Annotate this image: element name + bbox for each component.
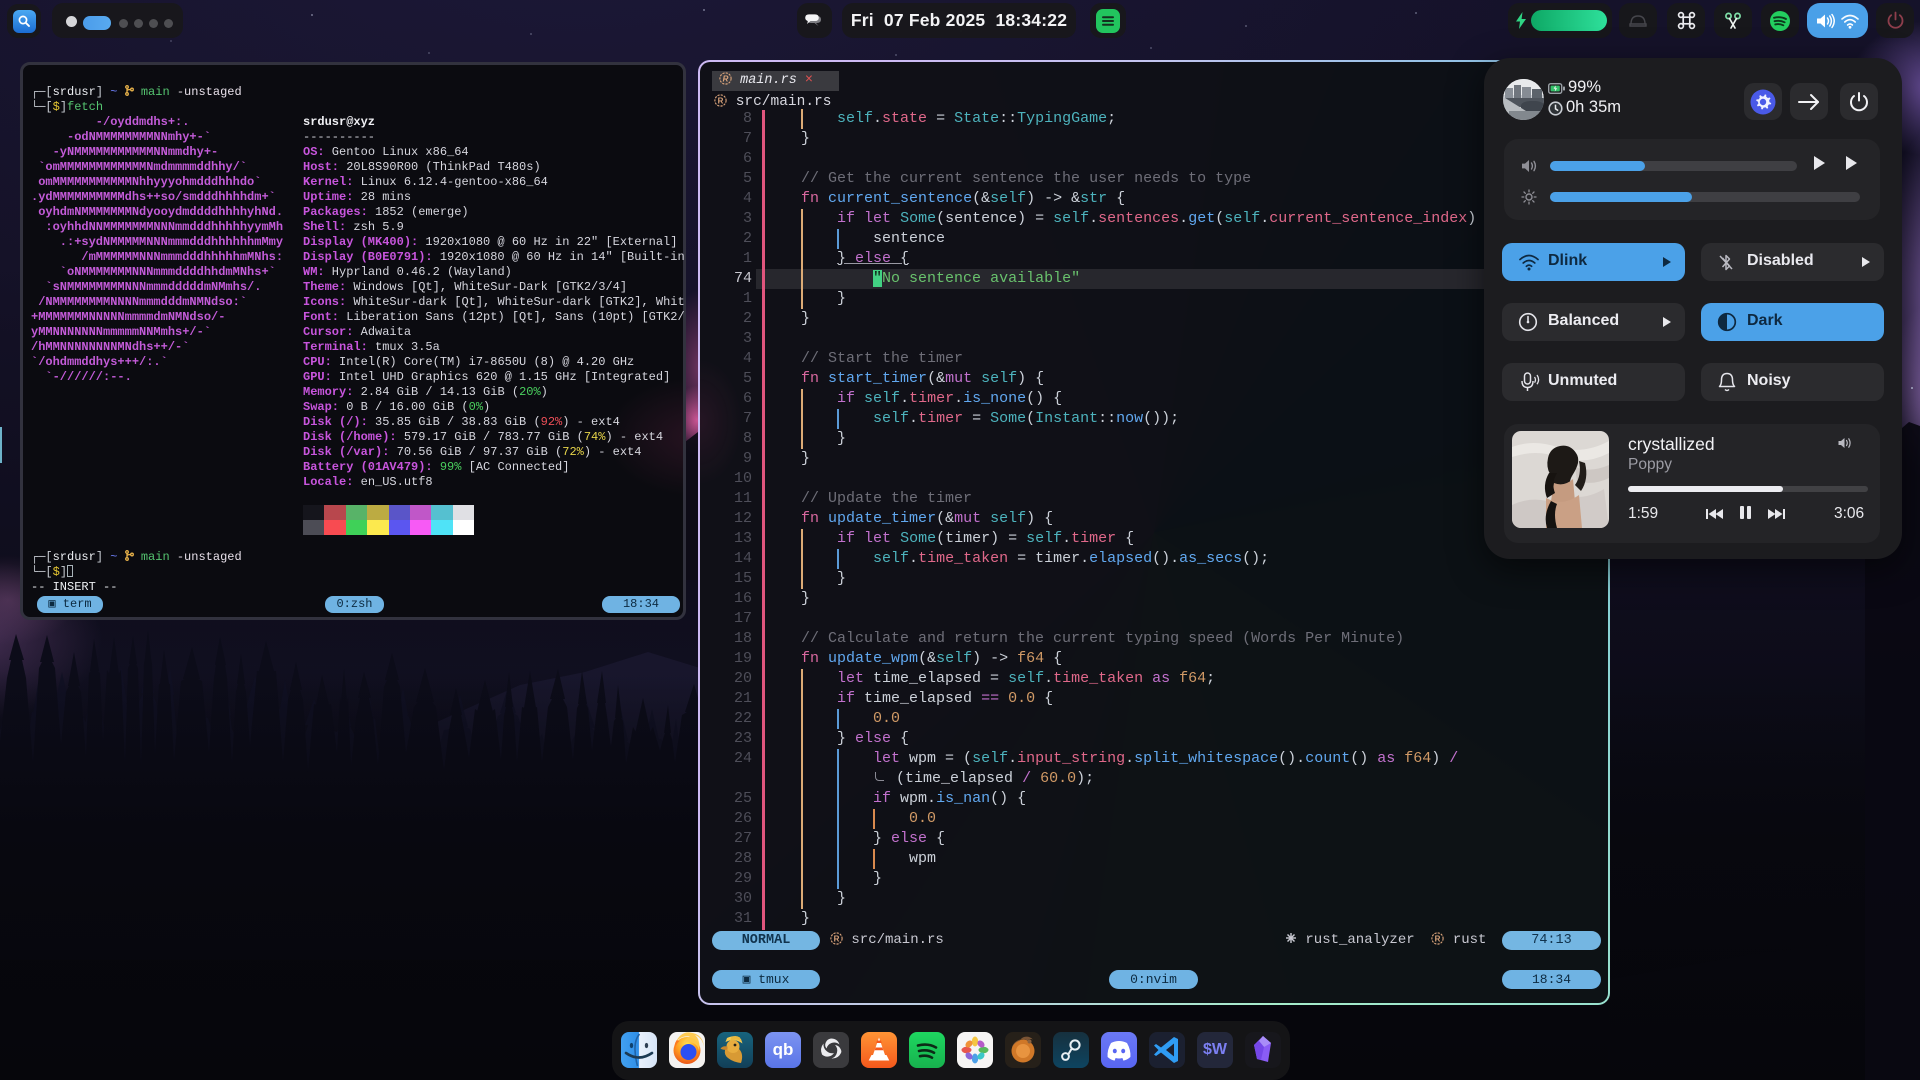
svg-text:R: R	[834, 934, 840, 943]
svg-text:R: R	[718, 96, 724, 105]
svg-text:R: R	[1435, 934, 1441, 943]
svg-text:R: R	[723, 74, 729, 83]
